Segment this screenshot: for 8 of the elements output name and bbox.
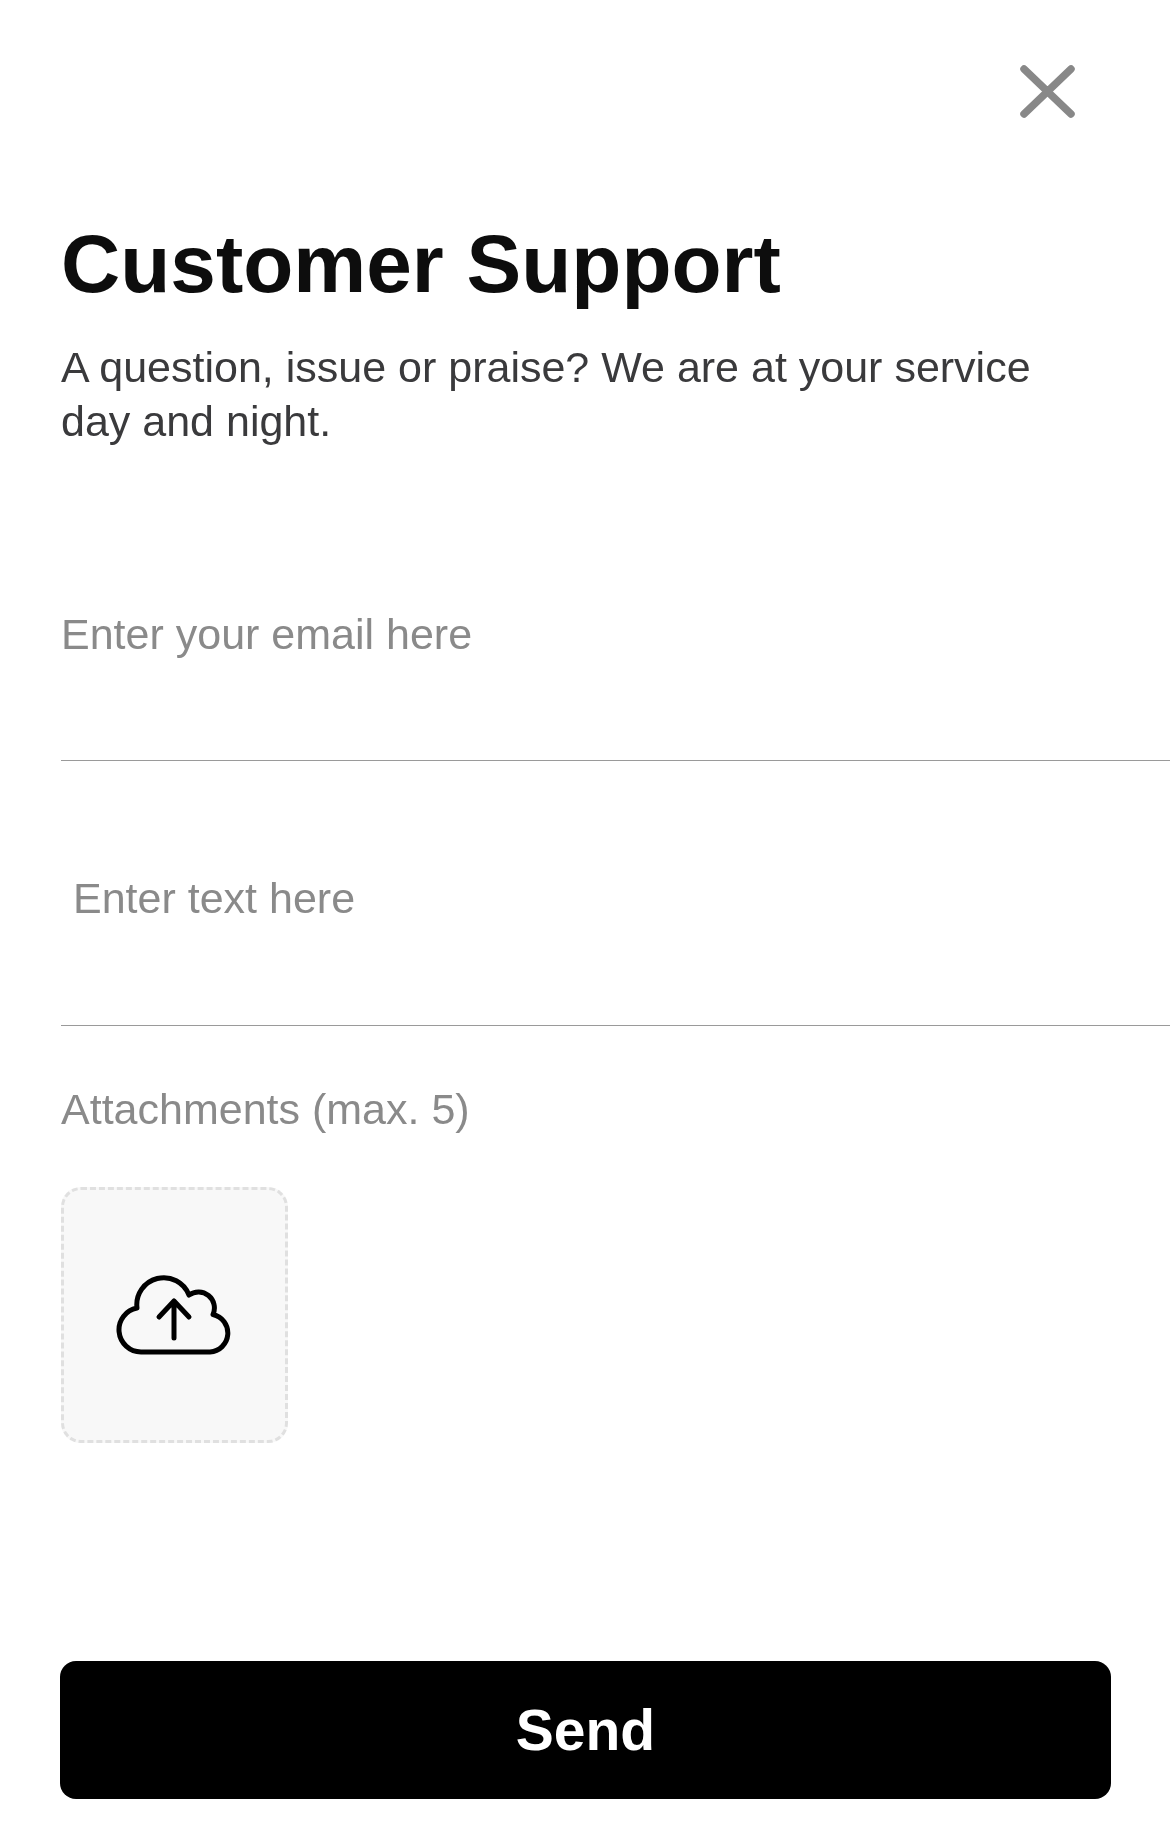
close-icon <box>1019 64 1076 119</box>
attachments-label: Attachments (max. 5) <box>61 1084 471 1135</box>
send-button[interactable]: Send <box>60 1661 1111 1799</box>
subtitle-text: A question, issue or praise? We are at your service day and night. <box>61 342 1032 447</box>
close-button[interactable] <box>1019 64 1076 119</box>
email-field[interactable]: Enter your email here <box>61 578 1170 761</box>
upload-button[interactable] <box>61 1187 288 1443</box>
message-field[interactable]: Enter text here <box>61 798 1170 1026</box>
